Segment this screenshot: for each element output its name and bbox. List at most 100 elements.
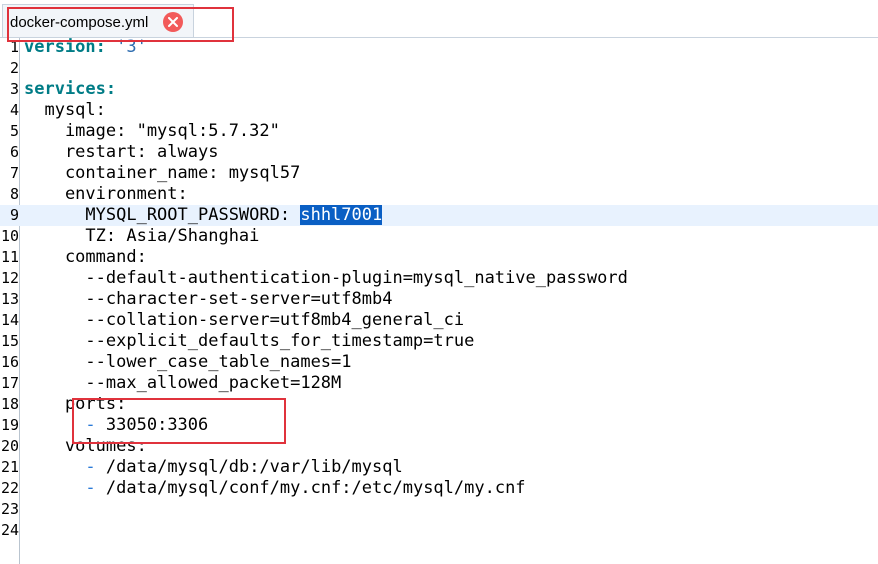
- line-content: --character-set-server=utf8mb4: [24, 289, 392, 310]
- line-content: - /data/mysql/db:/var/lib/mysql: [24, 457, 403, 478]
- list-dash: -: [85, 478, 96, 498]
- code-text: mysql:: [24, 100, 106, 120]
- code-text: --collation-server=utf8mb4_general_ci: [24, 310, 465, 330]
- line-number: 23: [0, 500, 19, 518]
- line-content: TZ: Asia/Shanghai: [24, 226, 259, 247]
- line-content: container_name: mysql57: [24, 163, 300, 184]
- code-text: --character-set-server=utf8mb4: [24, 289, 393, 309]
- code-text: MYSQL_ROOT_PASSWORD:: [24, 205, 301, 225]
- line-number: 8: [9, 185, 19, 203]
- line-content: ports:: [24, 394, 126, 415]
- code-line[interactable]: 15 --explicit_defaults_for_timestamp=tru…: [0, 331, 878, 352]
- line-number: 17: [0, 374, 19, 392]
- code-text: command:: [24, 247, 147, 267]
- line-content: --collation-server=utf8mb4_general_ci: [24, 310, 464, 331]
- line-number: 9: [9, 206, 19, 224]
- yaml-key: version:: [24, 37, 106, 57]
- code-text: volumes:: [24, 436, 147, 456]
- code-line[interactable]: 3 services:: [0, 79, 878, 100]
- line-content: --lower_case_table_names=1: [24, 352, 352, 373]
- line-number: 18: [0, 395, 19, 413]
- line-content: restart: always: [24, 142, 219, 163]
- code-line[interactable]: 12 --default-authentication-plugin=mysql…: [0, 268, 878, 289]
- line-number: 24: [0, 521, 19, 539]
- line-number: 4: [9, 101, 19, 119]
- line-number: 14: [0, 311, 19, 329]
- line-content: - /data/mysql/conf/my.cnf:/etc/mysql/my.…: [24, 478, 526, 499]
- line-content: version: '3': [24, 37, 147, 58]
- string-value: '3': [116, 37, 147, 57]
- line-number: 15: [0, 332, 19, 350]
- code-line[interactable]: 20 volumes:: [0, 436, 878, 457]
- code-text: /data/mysql/conf/my.cnf:/etc/mysql/my.cn…: [95, 478, 526, 498]
- code-text: /data/mysql/db:/var/lib/mysql: [95, 457, 403, 477]
- code-line[interactable]: 5 image: "mysql:5.7.32": [0, 121, 878, 142]
- code-text: --default-authentication-plugin=mysql_na…: [24, 268, 628, 288]
- line-number: 16: [0, 353, 19, 371]
- code-text: image: "mysql:5.7.32": [24, 121, 280, 141]
- line-content: --max_allowed_packet=128M: [24, 373, 341, 394]
- code-line[interactable]: 8 environment:: [0, 184, 878, 205]
- line-content: environment:: [24, 184, 188, 205]
- code-line[interactable]: 18 ports:: [0, 394, 878, 415]
- line-number: 5: [9, 122, 19, 140]
- code-text: 33050:3306: [95, 415, 209, 435]
- code-line[interactable]: 9 MYSQL_ROOT_PASSWORD: shhl7001: [0, 205, 878, 226]
- line-number: 22: [0, 479, 19, 497]
- code-line[interactable]: 17 --max_allowed_packet=128M: [0, 373, 878, 394]
- line-content: services:: [24, 79, 116, 100]
- code-line[interactable]: 4 mysql:: [0, 100, 878, 121]
- line-content: volumes:: [24, 436, 147, 457]
- line-number: 13: [0, 290, 19, 308]
- code-line[interactable]: 13 --character-set-server=utf8mb4: [0, 289, 878, 310]
- tab-label: docker-compose.yml: [10, 14, 149, 31]
- code-text: ports:: [24, 394, 127, 414]
- line-number: 10: [0, 227, 19, 245]
- code-line[interactable]: 21 - /data/mysql/db:/var/lib/mysql: [0, 457, 878, 478]
- line-content: command:: [24, 247, 147, 268]
- code-line[interactable]: 6 restart: always: [0, 142, 878, 163]
- line-number: 20: [0, 437, 19, 455]
- code-line[interactable]: 7 container_name: mysql57: [0, 163, 878, 184]
- code-text: environment:: [24, 184, 188, 204]
- list-dash: -: [85, 457, 96, 477]
- line-number: 6: [9, 143, 19, 161]
- tab-docker-compose[interactable]: docker-compose.yml: [2, 4, 194, 37]
- line-content: MYSQL_ROOT_PASSWORD: shhl7001: [24, 205, 383, 226]
- line-number: 7: [9, 164, 19, 182]
- code-line[interactable]: 10 TZ: Asia/Shanghai: [0, 226, 878, 247]
- code-text: --lower_case_table_names=1: [24, 352, 352, 372]
- line-number: 19: [0, 416, 19, 434]
- editor-tab-bar: docker-compose.yml: [0, 0, 878, 38]
- line-content: - 33050:3306: [24, 415, 208, 436]
- code-line[interactable]: 14 --collation-server=utf8mb4_general_ci: [0, 310, 878, 331]
- line-number: 2: [9, 59, 19, 77]
- code-text: container_name: mysql57: [24, 163, 301, 183]
- line-content: --default-authentication-plugin=mysql_na…: [24, 268, 628, 289]
- code-line[interactable]: 22 - /data/mysql/conf/my.cnf:/etc/mysql/…: [0, 478, 878, 499]
- code-line[interactable]: 1 version: '3': [0, 37, 878, 58]
- code-line[interactable]: 2: [0, 58, 878, 79]
- line-content: image: "mysql:5.7.32": [24, 121, 280, 142]
- yaml-key: services:: [24, 79, 117, 99]
- code-line[interactable]: 24: [0, 520, 878, 541]
- line-number: 21: [0, 458, 19, 476]
- code-text: --max_allowed_packet=128M: [24, 373, 342, 393]
- line-number: 1: [9, 38, 19, 56]
- code-line[interactable]: 11 command:: [0, 247, 878, 268]
- line-number: 11: [0, 248, 19, 266]
- code-line[interactable]: 16 --lower_case_table_names=1: [0, 352, 878, 373]
- code-text: restart: always: [24, 142, 219, 162]
- line-content: mysql:: [24, 100, 106, 121]
- list-dash: -: [85, 415, 96, 435]
- code-text: --explicit_defaults_for_timestamp=true: [24, 331, 475, 351]
- code-line[interactable]: 19 - 33050:3306: [0, 415, 878, 436]
- selected-text: shhl7001: [300, 205, 383, 225]
- code-line[interactable]: 23: [0, 499, 878, 520]
- close-circle-icon[interactable]: [163, 12, 183, 32]
- code-text: TZ: Asia/Shanghai: [24, 226, 260, 246]
